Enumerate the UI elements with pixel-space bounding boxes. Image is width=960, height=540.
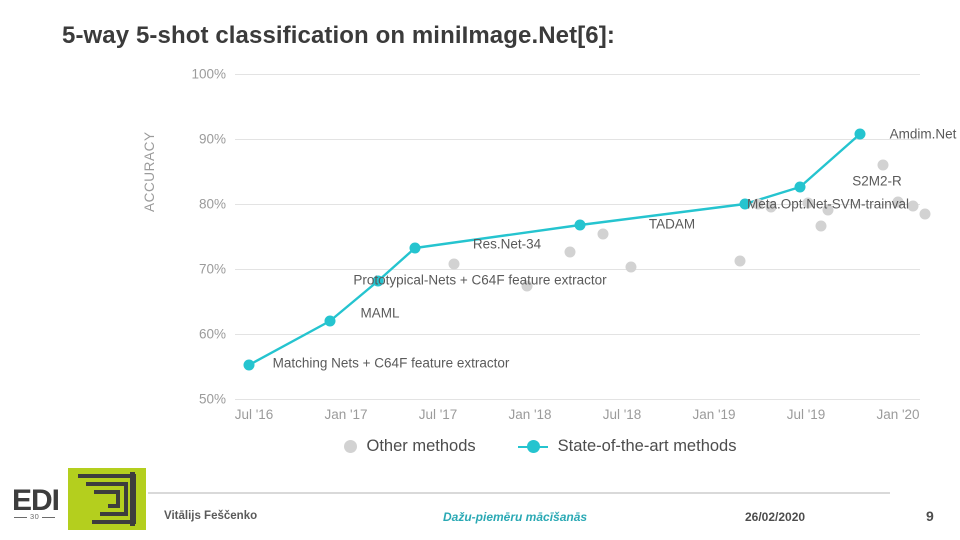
plot-area: 100% 90% 80% 70% 60% 50% Jul '16 Jan '17… bbox=[191, 67, 956, 423]
chart-container: ACCURACY 100% 90% 80% 70% 60% 50% Jul '1… bbox=[142, 62, 956, 472]
y-tick-label: 50% bbox=[198, 391, 226, 407]
annotation-s2m2r: S2M2-R bbox=[852, 173, 902, 189]
annotation-metaoptnet: Meta.Opt.Net-SVM-trainval bbox=[746, 196, 910, 212]
data-point-sota bbox=[794, 181, 806, 193]
chart-legend: Other methods State-of-the-art methods bbox=[150, 437, 930, 456]
sota-line bbox=[247, 132, 862, 367]
x-tick-label: Jan '17 bbox=[324, 407, 368, 422]
page-title: 5-way 5-shot classification on miniImage… bbox=[62, 22, 615, 49]
data-point-sota bbox=[324, 315, 336, 327]
data-point-other bbox=[919, 208, 931, 220]
legend-label-sota: State-of-the-art methods bbox=[557, 437, 737, 455]
data-point-other bbox=[625, 261, 637, 273]
y-tick-label: 60% bbox=[198, 326, 226, 342]
slide: 5-way 5-shot classification on miniImage… bbox=[0, 0, 960, 540]
y-tick-label: 100% bbox=[191, 66, 226, 82]
footer-subject: Dažu-piemēru mācīšanās bbox=[443, 510, 588, 524]
logo-subtext: 30 bbox=[13, 512, 57, 521]
x-tick-label: Jan '20 bbox=[876, 407, 920, 422]
data-point-sota bbox=[409, 242, 421, 254]
annotation-protonets: Prototypical-Nets + C64F feature extract… bbox=[353, 272, 607, 288]
data-point-other bbox=[877, 159, 889, 171]
data-point-other bbox=[564, 246, 576, 258]
x-tick-label: Jul '18 bbox=[602, 407, 642, 422]
footer-divider bbox=[148, 492, 890, 494]
legend-dot-icon bbox=[343, 440, 357, 453]
edi-logo: EDI 30 bbox=[8, 468, 146, 532]
x-tick-label: Jan '19 bbox=[692, 407, 736, 422]
footer-date: 26/02/2020 bbox=[745, 510, 806, 524]
annotation-tadam: TADAM bbox=[648, 216, 696, 232]
annotation-maml: MAML bbox=[360, 305, 400, 321]
logo-mark bbox=[68, 468, 146, 530]
footer-page-number: 9 bbox=[926, 508, 934, 524]
annotation-matching-nets: Matching Nets + C64F feature extractor bbox=[272, 355, 510, 371]
data-point-other bbox=[907, 200, 919, 212]
legend-line-icon bbox=[517, 440, 548, 453]
legend-label-other: Other methods bbox=[366, 437, 476, 455]
y-tick-label: 70% bbox=[198, 261, 226, 277]
x-tick-label: Jul '17 bbox=[418, 407, 458, 422]
legend-item-other[interactable]: Other methods bbox=[343, 437, 476, 456]
data-point-other bbox=[815, 220, 827, 232]
data-point-other bbox=[734, 255, 746, 267]
data-point-sota bbox=[854, 128, 866, 140]
annotation-resnet34: Res.Net-34 bbox=[472, 236, 542, 252]
gridline-50 bbox=[235, 399, 920, 400]
data-point-other bbox=[597, 228, 609, 240]
logo-maze-icon bbox=[78, 472, 136, 526]
y-tick-label: 90% bbox=[198, 131, 226, 147]
y-axis-label: ACCURACY bbox=[142, 131, 157, 212]
data-point-sota bbox=[243, 359, 255, 371]
annotation-amdimnet: Amdim.Net bbox=[889, 126, 957, 142]
x-tick-label: Jan '18 bbox=[508, 407, 552, 422]
footer-author: Vitālijs Feščenko bbox=[164, 510, 258, 522]
data-point-other bbox=[448, 258, 460, 270]
x-tick-label: Jul '16 bbox=[234, 407, 274, 422]
legend-item-sota[interactable]: State-of-the-art methods bbox=[517, 437, 737, 456]
y-tick-label: 80% bbox=[198, 196, 226, 212]
x-tick-label: Jul '19 bbox=[786, 407, 826, 422]
data-point-sota bbox=[574, 219, 586, 231]
